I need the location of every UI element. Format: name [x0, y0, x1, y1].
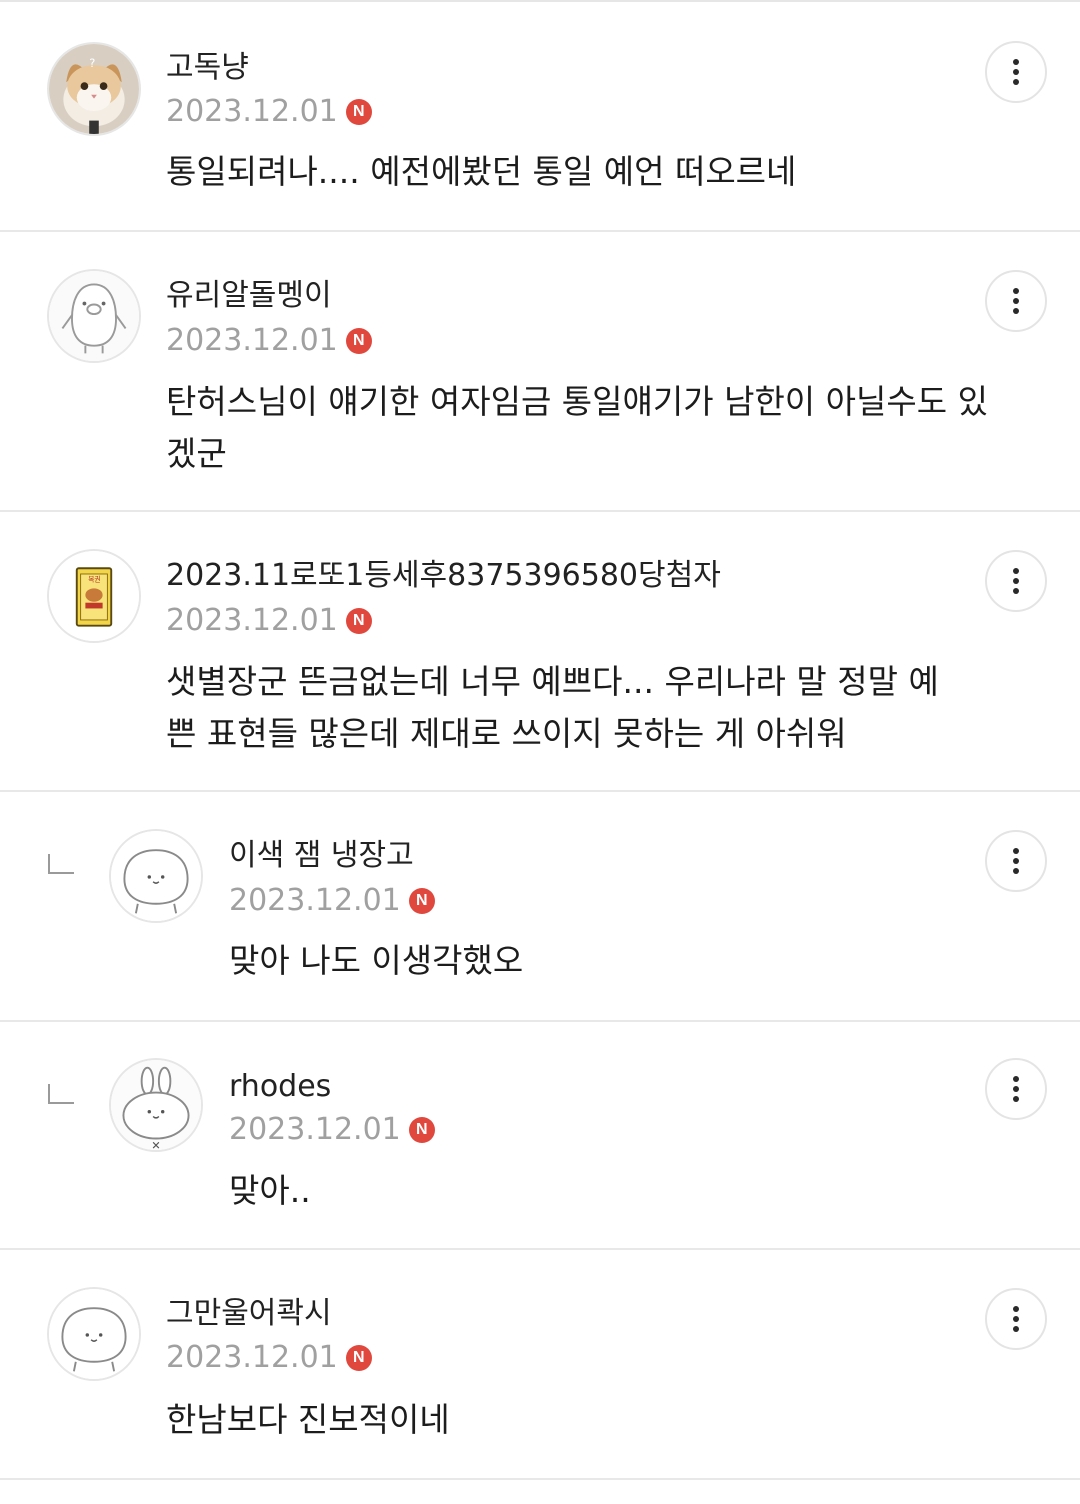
svg-text:?: ?	[89, 56, 95, 70]
new-badge: N	[345, 1345, 372, 1371]
comment-list: ? 고독냥 2023.12.01 N 통일되려나.... 예전에봤던 통일 예언…	[0, 0, 1080, 1504]
comment-meta: 2023.12.01 N	[229, 883, 435, 919]
comment-text: 맞아 나도 이생각했오	[229, 941, 524, 980]
comment-date: 2023.12.01	[166, 94, 338, 129]
comment-nickname[interactable]: 유리알돌멩이	[166, 278, 332, 314]
reply-item: 이색 잼 냉장고 2023.12.01 N 맞아 나도 이생각했오	[0, 792, 1080, 1022]
comment-nickname[interactable]: 2023.11로또1등세후8375396580당첨자	[166, 558, 721, 594]
comment-text: 한남보다 진보적이네	[166, 1400, 450, 1439]
comment-meta: 2023.12.01 N	[166, 1340, 372, 1376]
comment-date: 2023.12.01	[166, 1340, 338, 1375]
comment-meta: 2023.12.01 N	[229, 1112, 435, 1148]
svg-text:복권: 복권	[88, 576, 100, 584]
vertical-ellipsis-icon	[1013, 288, 1019, 294]
blob-avatar[interactable]	[47, 1287, 141, 1381]
comment-date: 2023.12.01	[166, 323, 338, 358]
vertical-ellipsis-icon	[1013, 848, 1019, 854]
penguin-avatar[interactable]	[47, 269, 141, 363]
vertical-ellipsis-icon	[1013, 1306, 1019, 1312]
new-badge: N	[345, 99, 372, 125]
reply-corner-icon	[48, 854, 74, 874]
reply-item: rhodes 2023.12.01 N 맞아..	[0, 1022, 1080, 1250]
comment-meta: 2023.12.01 N	[166, 94, 372, 130]
comment-nickname[interactable]: 이색 잼 냉장고	[229, 838, 414, 874]
comment-text: 맞아..	[229, 1171, 311, 1210]
cat-photo-avatar[interactable]: ?	[47, 42, 141, 136]
comment-date: 2023.12.01	[229, 883, 401, 918]
more-options-button[interactable]	[985, 1058, 1047, 1120]
comment-item: ? 고독냥 2023.12.01 N 통일되려나.... 예전에봤던 통일 예언…	[0, 0, 1080, 232]
comment-item: 그만울어콱시 2023.12.01 N 한남보다 진보적이네	[0, 1250, 1080, 1480]
more-options-button[interactable]	[985, 830, 1047, 892]
comment-meta: 2023.12.01 N	[166, 323, 372, 359]
comment-nickname[interactable]: 그만울어콱시	[166, 1296, 332, 1332]
new-badge: N	[408, 888, 435, 914]
vertical-ellipsis-icon	[1013, 59, 1019, 65]
comment-date: 2023.12.01	[166, 603, 338, 638]
vertical-ellipsis-icon	[1013, 568, 1019, 574]
comment-text: 탄허스님이 얘기한 여자임금 통일얘기가 남한이 아닐수도 있겠군	[166, 382, 988, 473]
comment-text: 통일되려나.... 예전에봤던 통일 예언 떠오르네	[166, 152, 797, 191]
comment-meta: 2023.12.01 N	[166, 603, 372, 639]
more-options-button[interactable]	[985, 41, 1047, 103]
reply-corner-icon	[48, 1084, 74, 1104]
comment-text: 샛별장군 뜬금없는데 너무 예쁘다... 우리나라 말 정말 예쁜 표현들 많은…	[166, 662, 939, 753]
comment-nickname[interactable]: 고독냥	[166, 50, 249, 86]
comment-item: 복권 2023.11로또1등세후8375396580당첨자 2023.12.01…	[0, 512, 1080, 792]
more-options-button[interactable]	[985, 270, 1047, 332]
lottery-ticket-avatar[interactable]: 복권	[47, 549, 141, 643]
blob-avatar[interactable]	[109, 829, 203, 923]
new-badge: N	[345, 608, 372, 634]
new-badge: N	[408, 1117, 435, 1143]
more-options-button[interactable]	[985, 1288, 1047, 1350]
comment-item: 유리알돌멩이 2023.12.01 N 탄허스님이 얘기한 여자임금 통일얘기가…	[0, 232, 1080, 512]
comment-date: 2023.12.01	[229, 1112, 401, 1147]
new-badge: N	[345, 328, 372, 354]
bunny-avatar[interactable]	[109, 1058, 203, 1152]
comment-nickname[interactable]: rhodes	[229, 1069, 331, 1105]
more-options-button[interactable]	[985, 550, 1047, 612]
vertical-ellipsis-icon	[1013, 1076, 1019, 1082]
